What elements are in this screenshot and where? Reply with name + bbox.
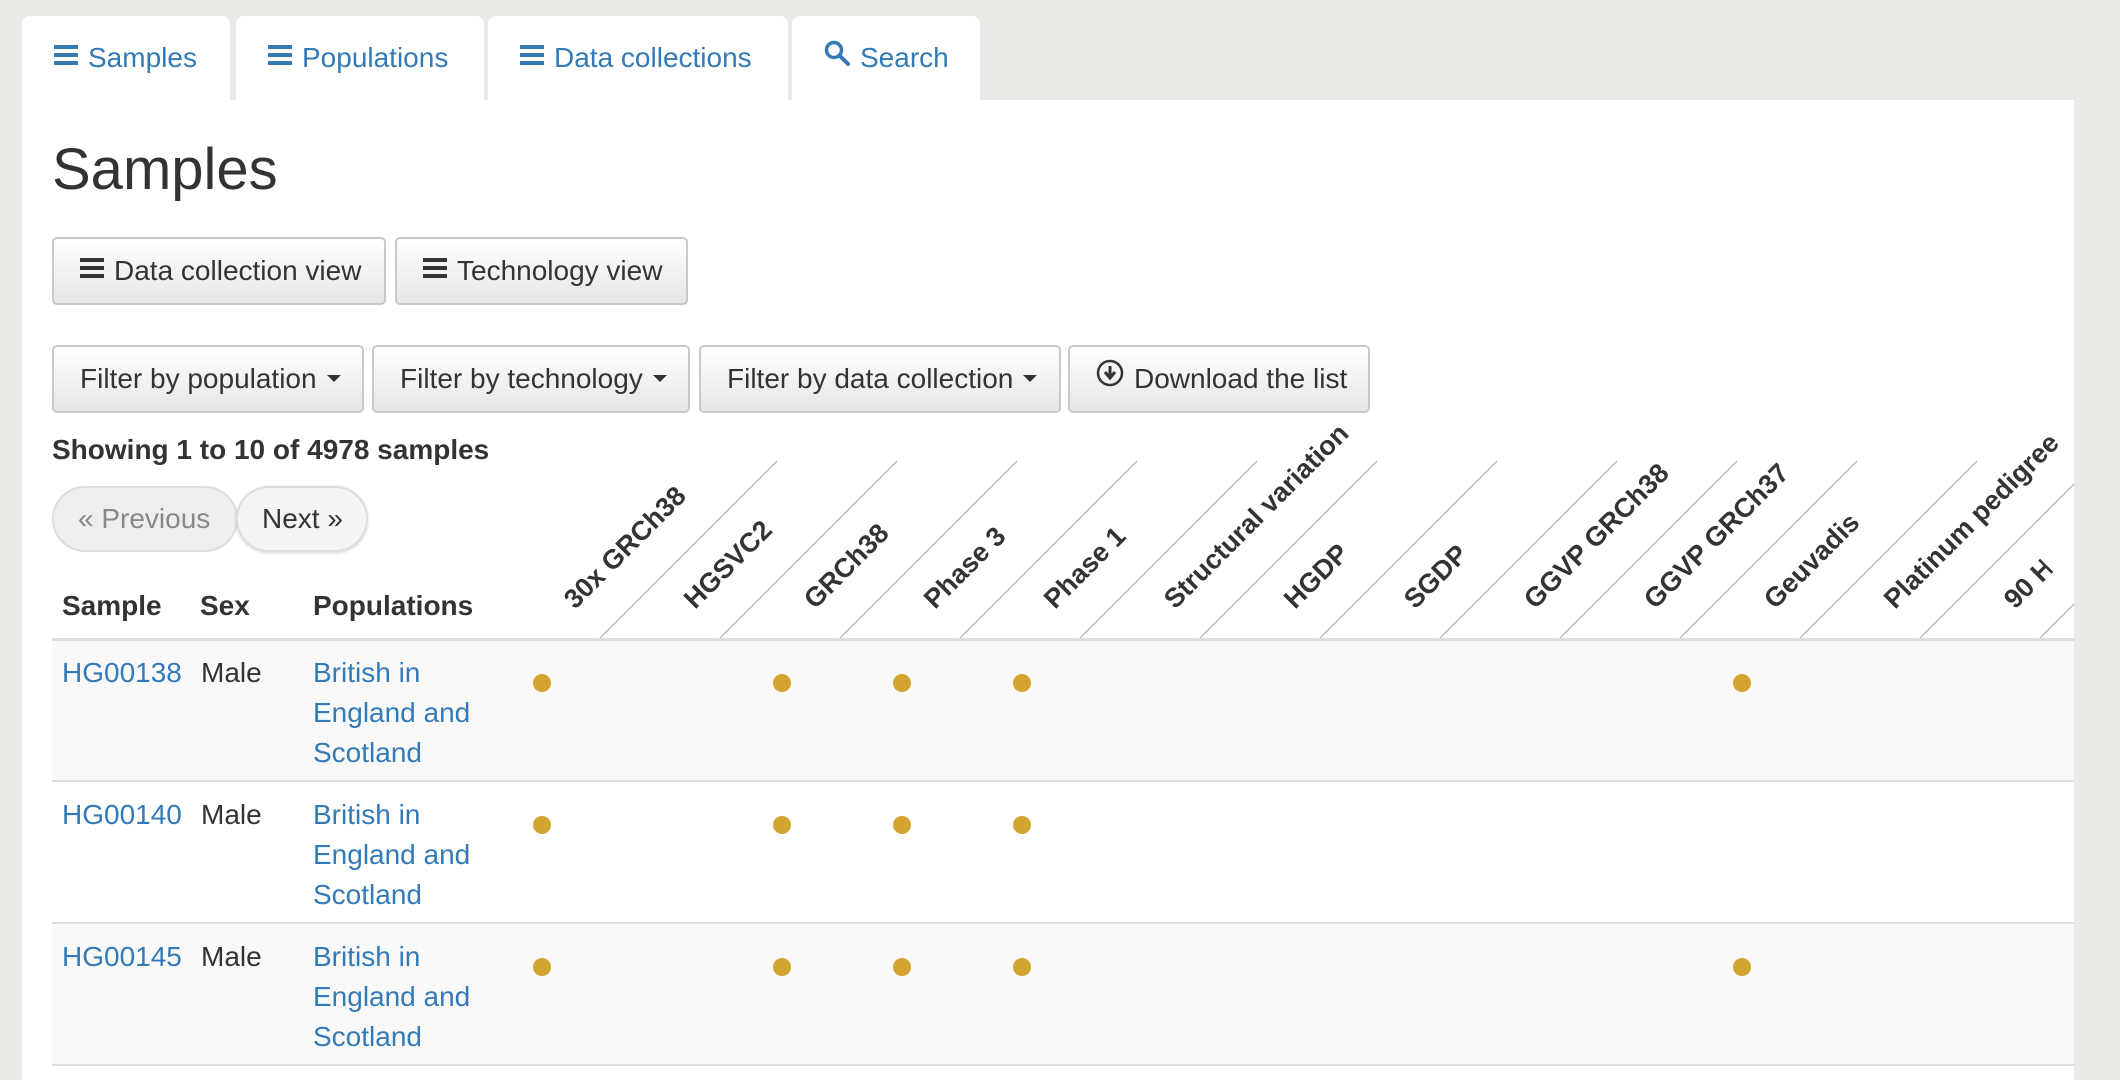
population-link[interactable]: British in England and Scotland [313, 937, 503, 1057]
population-link[interactable]: British in England and Scotland [313, 795, 503, 915]
availability-dot [533, 958, 551, 976]
row-divider [52, 922, 2074, 924]
availability-dot [893, 674, 911, 692]
availability-dot [893, 958, 911, 976]
availability-dot [1013, 958, 1031, 976]
availability-dot [893, 816, 911, 834]
sample-link[interactable]: HG00140 [62, 795, 182, 835]
availability-dot [1733, 674, 1751, 692]
table-row: HG00138 Male British in England and Scot… [52, 641, 2074, 782]
table-row: HG00145 Male British in England and Scot… [52, 925, 2074, 1066]
availability-dot [1013, 816, 1031, 834]
availability-dot [1013, 674, 1031, 692]
availability-dot [773, 674, 791, 692]
table-row: HG00140 Male British in England and Scot… [52, 783, 2074, 924]
sex-cell: Male [201, 657, 262, 688]
sex-cell: Male [201, 941, 262, 972]
row-divider [52, 1064, 2074, 1066]
column-header-sex: Sex [200, 590, 250, 621]
availability-dot [1733, 958, 1751, 976]
availability-dot [533, 816, 551, 834]
sample-link[interactable]: HG00145 [62, 937, 182, 977]
column-header-populations: Populations [313, 590, 474, 621]
sex-cell: Male [201, 799, 262, 830]
availability-dot [533, 674, 551, 692]
population-link[interactable]: British in England and Scotland [313, 653, 503, 773]
availability-dot [773, 816, 791, 834]
row-divider [52, 780, 2074, 782]
column-header-sample: Sample [62, 590, 162, 621]
sample-link[interactable]: HG00138 [62, 653, 182, 693]
availability-dot [773, 958, 791, 976]
